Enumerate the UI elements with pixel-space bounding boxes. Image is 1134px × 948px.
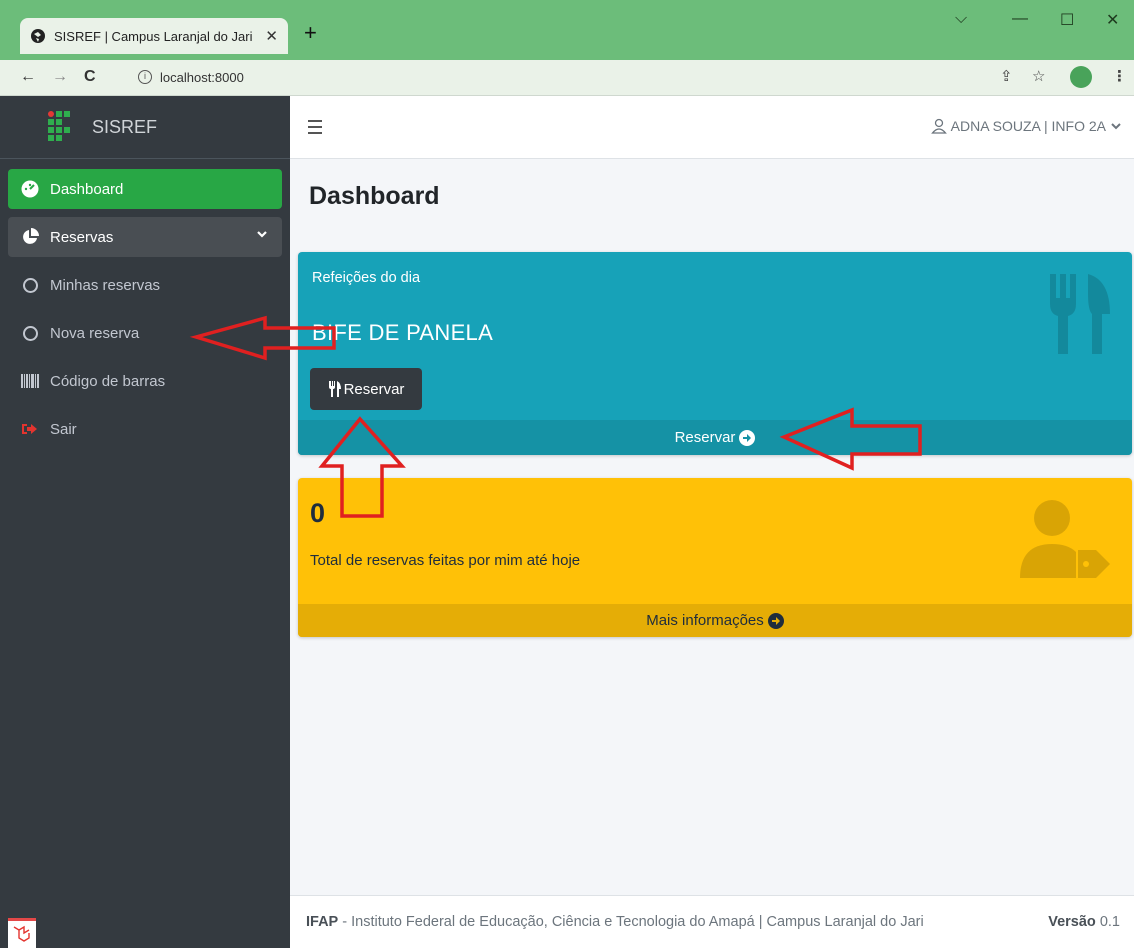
user-name: ADNA SOUZA | INFO 2A: [950, 118, 1106, 134]
sign-out-icon: [20, 420, 40, 438]
meals-card-subtitle: Refeições do dia: [312, 270, 421, 286]
sidebar-item-label: Reservas: [50, 228, 114, 246]
reserve-footer-link[interactable]: Reservar: [298, 420, 1132, 455]
reservations-count: 0: [310, 498, 326, 528]
tab-close-icon[interactable]: ✕: [265, 27, 278, 45]
reserve-button[interactable]: Reservar: [310, 368, 422, 410]
hamburger-menu-icon[interactable]: [308, 120, 322, 138]
url-field[interactable]: i localhost:8000: [126, 64, 976, 90]
bookmark-star-icon[interactable]: ☆: [1032, 67, 1045, 85]
more-info-label: Mais informações: [646, 612, 764, 629]
sidebar-item-dashboard[interactable]: Dashboard: [8, 169, 282, 209]
address-bar: ← → C i localhost:8000 ⇪ ☆ ⋮: [0, 60, 1134, 96]
browser-menu-icon[interactable]: ⋮: [1112, 67, 1127, 85]
reserve-button-label: Reservar: [343, 380, 405, 398]
user-tag-icon: [1020, 500, 1110, 578]
close-window-icon[interactable]: ✕: [1106, 10, 1119, 30]
forward-icon[interactable]: →: [52, 68, 68, 86]
user-icon: [930, 118, 947, 134]
sidebar-item-label: Nova reserva: [50, 324, 140, 342]
circle-icon: [20, 276, 40, 294]
new-tab-button[interactable]: +: [304, 22, 317, 44]
reservations-card: 0 Total de reservas feitas por mim até h…: [298, 478, 1132, 637]
version-value: 0.1: [1099, 914, 1120, 930]
top-navbar: ADNA SOUZA | INFO 2A: [290, 96, 1134, 159]
version-label: Versão: [1048, 914, 1096, 930]
url-text: localhost:8000: [160, 69, 244, 85]
barcode-icon: [20, 372, 40, 390]
sidebar-item-label: Minhas reservas: [50, 276, 161, 294]
sidebar: SISREF Dashboard Reservas Minhas reserva…: [0, 96, 290, 948]
footer-text: - Instituto Federal de Educação, Ciência…: [338, 914, 924, 930]
page-footer: IFAP - Instituto Federal de Educação, Ci…: [290, 895, 1134, 948]
sidebar-menu: Dashboard Reservas Minhas reservas Nova …: [0, 159, 290, 467]
laravel-icon[interactable]: [8, 918, 36, 948]
sidebar-item-minhas-reservas[interactable]: Minhas reservas: [8, 265, 282, 305]
sidebar-item-sair[interactable]: Sair: [8, 409, 282, 449]
sidebar-item-codigo-de-barras[interactable]: Código de barras: [8, 361, 282, 401]
brand-text: SISREF: [92, 116, 158, 137]
meals-card: Refeições do dia BIFE DE PANELA Reservar…: [298, 252, 1132, 455]
browser-titlebar: SISREF | Campus Laranjal do Jari ✕ + ⌵ —…: [0, 0, 1134, 60]
reload-icon[interactable]: C: [84, 68, 96, 86]
utensils-icon: [328, 381, 341, 397]
tachometer-icon: [20, 180, 40, 198]
reserve-footer-label: Reservar: [674, 429, 736, 446]
site-info-icon[interactable]: i: [138, 70, 152, 84]
arrow-circle-right-icon: [739, 429, 756, 446]
user-dropdown[interactable]: ADNA SOUZA | INFO 2A: [930, 118, 1122, 134]
tab-title: SISREF | Campus Laranjal do Jari: [54, 28, 253, 44]
footer-org: IFAP: [306, 914, 339, 930]
chevron-down-icon: [257, 231, 267, 238]
maximize-icon[interactable]: ☐: [1060, 10, 1074, 30]
sidebar-item-label: Dashboard: [50, 180, 124, 198]
utensils-icon: [1050, 274, 1110, 354]
meal-name: BIFE DE PANELA: [312, 320, 494, 345]
profile-avatar-icon[interactable]: [1070, 66, 1092, 88]
circle-icon: [20, 324, 40, 342]
version-info: Versão 0.1: [1048, 914, 1120, 930]
pie-chart-icon: [20, 228, 40, 246]
browser-tab[interactable]: SISREF | Campus Laranjal do Jari ✕: [20, 18, 288, 54]
back-icon[interactable]: ←: [20, 68, 36, 86]
chevron-down-icon: [1111, 123, 1121, 130]
ifap-logo-icon: [48, 111, 70, 143]
sidebar-item-reservas[interactable]: Reservas: [8, 217, 282, 257]
more-info-link[interactable]: Mais informações: [298, 604, 1132, 637]
arrow-circle-right-icon: [767, 612, 784, 629]
sidebar-item-nova-reserva[interactable]: Nova reserva: [8, 313, 282, 353]
reservations-description: Total de reservas feitas por mim até hoj…: [310, 552, 581, 569]
minimize-icon[interactable]: —: [1012, 10, 1028, 28]
globe-icon: [31, 29, 45, 43]
share-icon[interactable]: ⇪: [1000, 67, 1013, 85]
sidebar-item-label: Código de barras: [50, 372, 166, 390]
page-title: Dashboard: [309, 182, 440, 210]
sidebar-item-label: Sair: [50, 420, 77, 438]
tab-search-icon[interactable]: ⌵: [955, 10, 967, 28]
brand-link[interactable]: SISREF: [0, 96, 290, 159]
